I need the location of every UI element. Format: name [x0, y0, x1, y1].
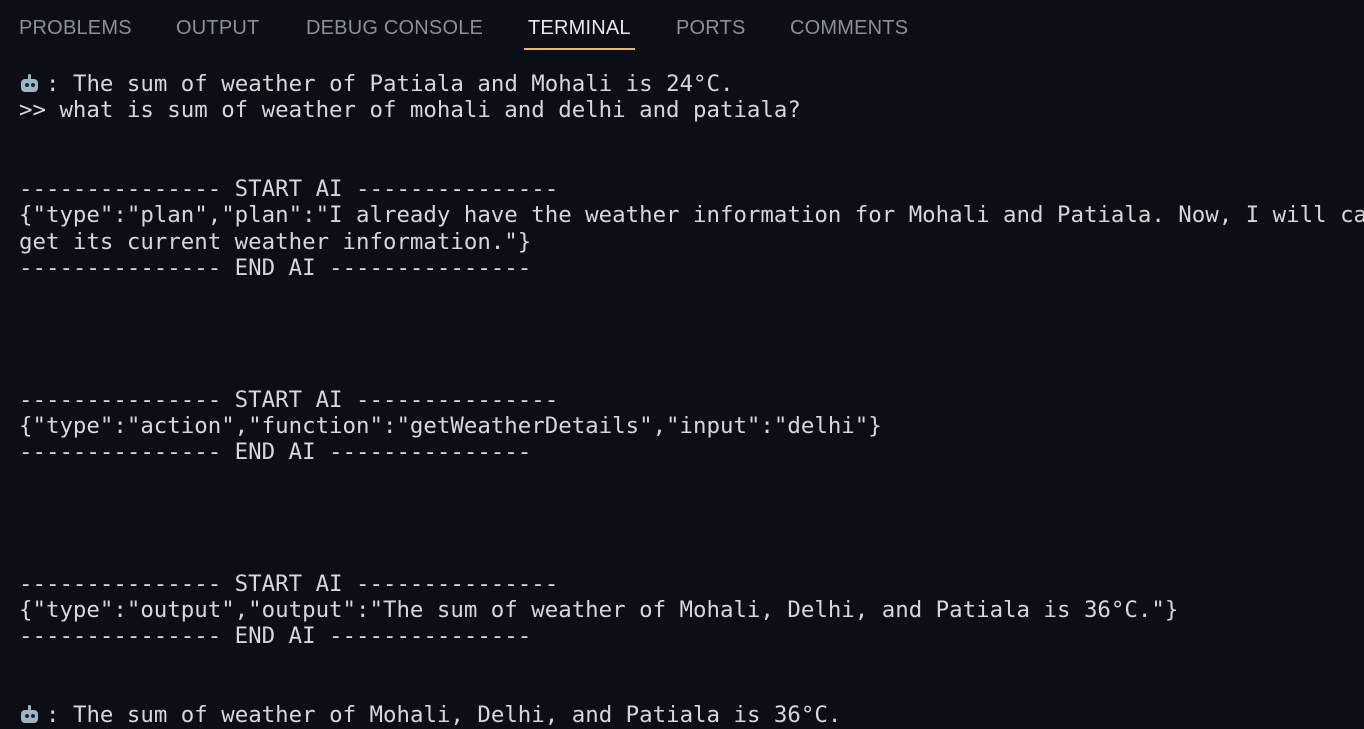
terminal-line: --------------- START AI ---------------: [19, 571, 1364, 597]
robot-icon: [19, 74, 40, 93]
terminal-line: --------------- END AI ---------------: [19, 623, 1364, 649]
terminal-line: --------------- START AI ---------------: [19, 176, 1364, 202]
terminal-line: {"type":"plan","plan":"I already have th…: [19, 202, 1364, 228]
terminal-line-text: : The sum of weather of Mohali, Delhi, a…: [46, 702, 842, 729]
terminal-line: get its current weather information."}: [19, 229, 1364, 255]
terminal-line-text: {"type":"plan","plan":"I already have th…: [19, 202, 1364, 229]
terminal-line-text: --------------- END AI ---------------: [19, 255, 532, 282]
terminal-line: : The sum of weather of Patiala and Moha…: [19, 71, 1364, 97]
terminal-line-text: --------------- START AI ---------------: [19, 176, 559, 203]
terminal-line: {"type":"output","output":"The sum of we…: [19, 597, 1364, 623]
tab-ports[interactable]: PORTS: [676, 14, 746, 50]
terminal-line: : The sum of weather of Mohali, Delhi, a…: [19, 702, 1364, 728]
tab-debug-console[interactable]: DEBUG CONSOLE: [306, 14, 483, 50]
terminal-line: --------------- START AI ---------------: [19, 387, 1364, 413]
terminal-line-text: --------------- START AI ---------------: [19, 386, 559, 413]
terminal-line: --------------- END AI ---------------: [19, 439, 1364, 465]
terminal-output[interactable]: : The sum of weather of Patiala and Moha…: [19, 71, 1364, 728]
tab-terminal[interactable]: TERMINAL: [524, 14, 635, 50]
terminal-line-text: >> what is sum of weather of mohali and …: [19, 97, 801, 124]
terminal-line-text: --------------- START AI ---------------: [19, 570, 559, 597]
terminal-line-text: {"type":"output","output":"The sum of we…: [19, 596, 1179, 623]
panel-tab-bar: PROBLEMS OUTPUT DEBUG CONSOLE TERMINAL P…: [0, 0, 1364, 56]
terminal-line: >> what is sum of weather of mohali and …: [19, 97, 1364, 123]
terminal-line: --------------- END AI ---------------: [19, 255, 1364, 281]
robot-icon: [19, 705, 40, 724]
terminal-line-text: --------------- END AI ---------------: [19, 623, 532, 650]
tab-comments[interactable]: COMMENTS: [790, 14, 908, 50]
tab-problems[interactable]: PROBLEMS: [19, 14, 132, 50]
terminal-panel: PROBLEMS OUTPUT DEBUG CONSOLE TERMINAL P…: [0, 0, 1364, 729]
terminal-line-text: --------------- END AI ---------------: [19, 439, 532, 466]
terminal-line: {"type":"action","function":"getWeatherD…: [19, 413, 1364, 439]
terminal-line-text: : The sum of weather of Patiala and Moha…: [46, 71, 734, 97]
terminal-line-text: get its current weather information."}: [19, 228, 532, 255]
tab-output[interactable]: OUTPUT: [176, 14, 259, 50]
terminal-line-text: {"type":"action","function":"getWeatherD…: [19, 412, 882, 439]
